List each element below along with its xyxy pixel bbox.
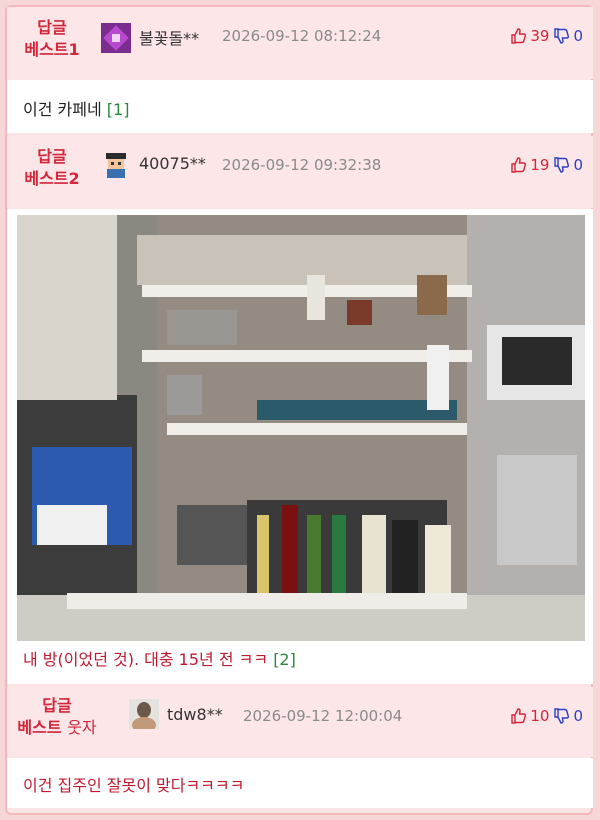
thumbs-up-icon[interactable] xyxy=(510,157,527,173)
comment-body: 이건 집주인 잘못이 맞다ㅋㅋㅋㅋ xyxy=(7,758,593,808)
nickname[interactable]: 40075** xyxy=(139,154,206,173)
comment-text-content: 이건 집주인 잘못이 맞다ㅋㅋㅋㅋ xyxy=(23,776,245,795)
upvote-count: 10 xyxy=(530,707,550,725)
upvote-count: 19 xyxy=(530,156,550,174)
thumbs-down-icon[interactable] xyxy=(553,157,570,173)
comment-header: 답글 베스트1 불꽃돌** 2026-09-12 08:12:24 39 0 xyxy=(7,7,593,79)
comment-text-content: 이건 카페네 xyxy=(23,100,102,119)
comment-text: 내 방(이었던 것). 대충 15년 전 ㅋㅋ [2] xyxy=(23,646,296,670)
vote-group: 10 0 xyxy=(510,707,583,725)
best-badge: 답글 베스트1 xyxy=(7,17,97,61)
badge-line2: 베스트1 xyxy=(24,40,80,59)
badge-line1: 답글 xyxy=(37,147,67,166)
upvote-count: 39 xyxy=(530,27,550,45)
comment-header: 답글 베스트 웃자 tdw8** 2026-09-12 12:00:04 10 … xyxy=(7,687,593,757)
attached-photo[interactable] xyxy=(17,215,585,641)
thumbs-up-icon[interactable] xyxy=(510,708,527,724)
downvote-count: 0 xyxy=(573,27,583,45)
badge-line2: 베스트 xyxy=(17,718,62,737)
avatar[interactable] xyxy=(101,150,131,180)
timestamp: 2026-09-12 08:12:24 xyxy=(222,27,382,45)
comment-text-content: 내 방(이었던 것). 대충 15년 전 ㅋㅋ xyxy=(23,650,269,669)
vote-group: 39 0 xyxy=(510,27,583,45)
comment-text: 이건 카페네 [1] xyxy=(23,96,129,120)
badge-line1: 답글 xyxy=(42,696,72,715)
thumbs-down-icon[interactable] xyxy=(553,28,570,44)
thumbs-up-icon[interactable] xyxy=(510,28,527,44)
nickname[interactable]: 불꽃돌** xyxy=(139,25,199,49)
avatar[interactable] xyxy=(101,23,131,53)
reply-ref-link[interactable]: [2] xyxy=(273,650,296,669)
comment-text: 이건 집주인 잘못이 맞다ㅋㅋㅋㅋ xyxy=(23,772,244,796)
downvote-count: 0 xyxy=(573,707,583,725)
badge-suffix: 웃자 xyxy=(67,718,97,737)
badge-line1: 답글 xyxy=(37,18,67,37)
avatar[interactable] xyxy=(129,699,159,729)
best-badge: 답글 베스트 웃자 xyxy=(7,695,107,739)
comment-body: 이건 카페네 [1] xyxy=(7,80,593,133)
timestamp: 2026-09-12 12:00:04 xyxy=(243,707,403,725)
reply-ref-link[interactable]: [1] xyxy=(107,100,130,119)
badge-line2: 베스트2 xyxy=(24,169,80,188)
timestamp: 2026-09-12 09:32:38 xyxy=(222,156,382,174)
best-badge: 답글 베스트2 xyxy=(7,146,97,190)
thumbs-down-icon[interactable] xyxy=(553,708,570,724)
downvote-count: 0 xyxy=(573,156,583,174)
comment-header: 답글 베스트2 40075** 2026-09-12 09:32:38 19 0 xyxy=(7,136,593,208)
nickname[interactable]: tdw8** xyxy=(167,705,223,724)
vote-group: 19 0 xyxy=(510,156,583,174)
